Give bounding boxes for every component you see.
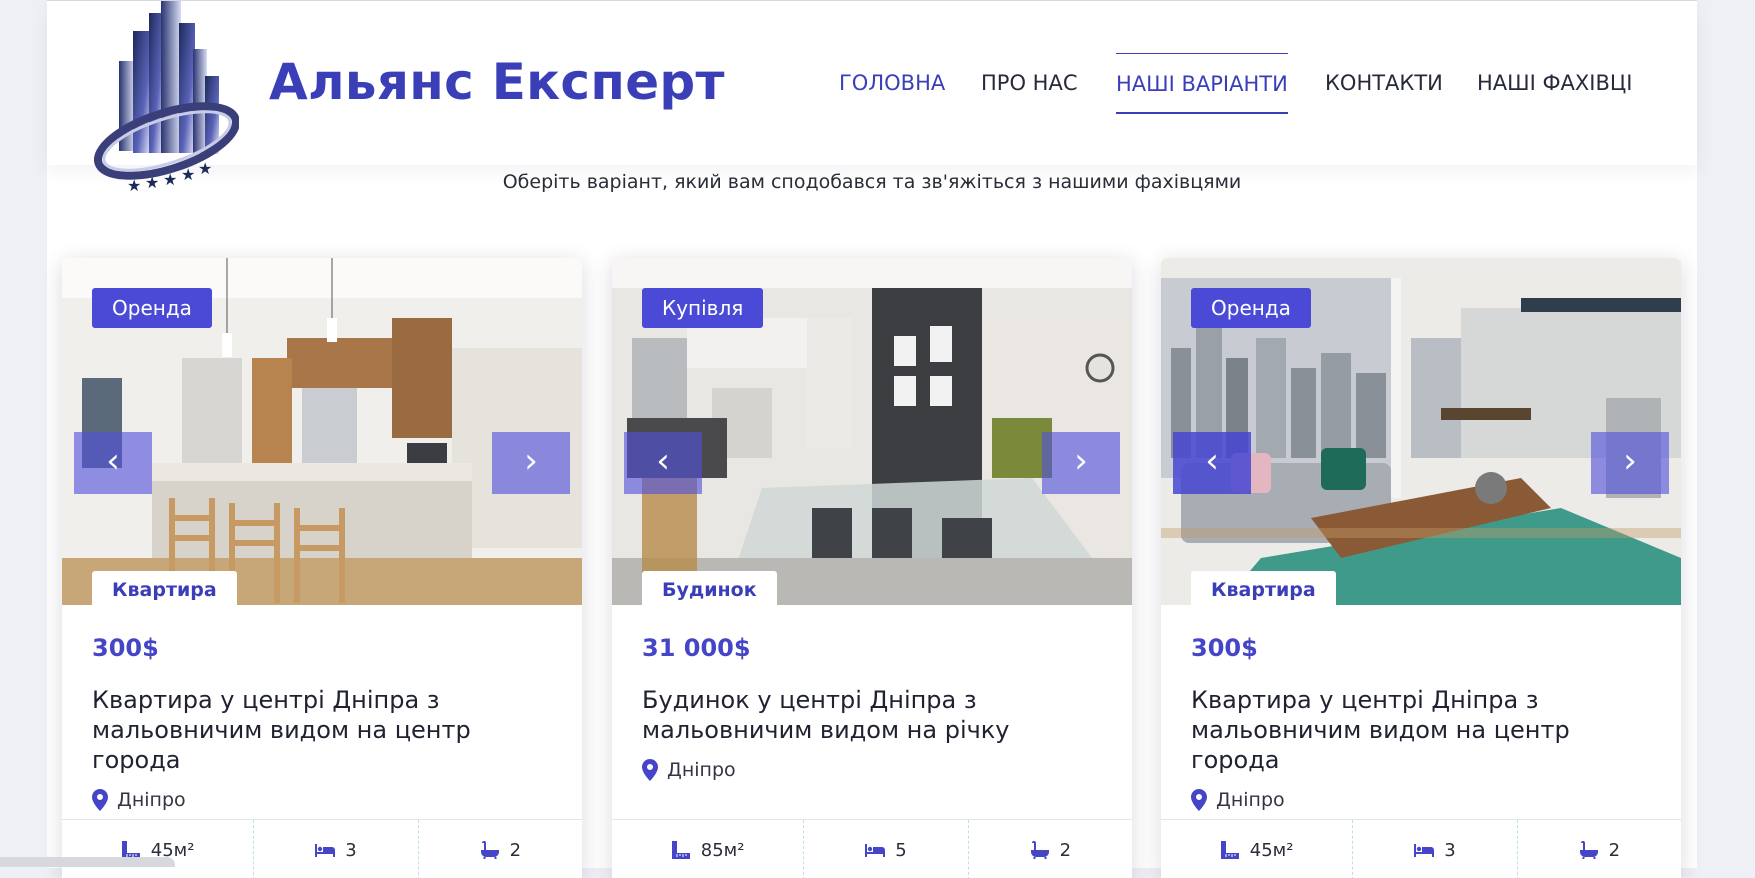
listing-stats: 45м² 3 2 — [62, 819, 582, 878]
stat-baths-value: 2 — [509, 839, 522, 861]
bed-icon — [1414, 844, 1435, 857]
stat-baths: 2 — [969, 820, 1132, 878]
listing-location: Дніпро — [642, 758, 736, 782]
bed-icon — [315, 844, 336, 857]
bed-icon — [865, 844, 886, 857]
location-label: Дніпро — [117, 789, 186, 811]
bath-icon — [480, 841, 499, 859]
listing-stats: 45м² 3 2 — [1161, 819, 1681, 878]
stat-rooms-value: 3 — [1444, 839, 1456, 861]
nav-item-home[interactable]: ГОЛОВНА — [839, 53, 945, 111]
stat-baths: 2 — [1518, 820, 1681, 878]
listing-price: 300$ — [1191, 634, 1258, 662]
ruler-icon — [671, 841, 690, 859]
status-bar-hint — [0, 857, 175, 867]
location-label: Дніпро — [667, 759, 736, 781]
property-type-badge: Будинок — [642, 571, 777, 605]
stat-baths: 2 — [419, 820, 582, 878]
listing-title[interactable]: Квартира у центрі Дніпра з мальовничим в… — [1191, 685, 1611, 775]
page-subtitle: Оберіть варіант, який вам сподобався та … — [502, 171, 1242, 193]
nav-item-about[interactable]: ПРО НАС — [981, 53, 1077, 111]
page: ★ ★ ★ ★ ★ Альянс Експерт ГОЛОВНА ПРО НАС… — [47, 0, 1697, 878]
listing-card[interactable]: Оренда Квартира ‹ › 300$ Квартира у цент… — [1161, 258, 1681, 878]
bath-icon — [1030, 841, 1049, 859]
stat-baths-value: 2 — [1608, 839, 1621, 861]
stat-area: 45м² — [1161, 820, 1354, 878]
chevron-left-icon[interactable]: ‹ — [1173, 432, 1251, 494]
listing-location: Дніпро — [1191, 788, 1285, 812]
map-pin-icon — [642, 759, 658, 781]
listing-card[interactable]: Купівля Будинок ‹ › 31 000$ Будинок у це… — [612, 258, 1132, 878]
ruler-icon — [1220, 841, 1239, 859]
stat-area-value: 45м² — [1249, 839, 1294, 861]
stat-baths-value: 2 — [1059, 839, 1072, 861]
chevron-right-icon[interactable]: › — [492, 432, 570, 494]
listing-photo[interactable]: Оренда Квартира ‹ › — [1161, 258, 1681, 605]
deal-type-badge: Купівля — [642, 288, 764, 328]
chevron-left-icon[interactable]: ‹ — [74, 432, 152, 494]
nav-item-specialists[interactable]: НАШІ ФАХІВЦІ — [1477, 53, 1632, 111]
stat-area-value: 85м² — [700, 839, 745, 861]
stat-area: 45м² — [62, 820, 255, 878]
stat-rooms-value: 5 — [895, 839, 907, 861]
stat-rooms: 3 — [254, 820, 419, 878]
listing-price: 31 000$ — [642, 634, 751, 662]
deal-type-badge: Оренда — [92, 288, 212, 328]
stat-area: 85м² — [612, 820, 805, 878]
listing-title[interactable]: Квартира у центрі Дніпра з мальовничим в… — [92, 685, 512, 775]
site-header: ★ ★ ★ ★ ★ Альянс Експерт ГОЛОВНА ПРО НАС… — [47, 1, 1697, 195]
stat-rooms: 3 — [1353, 820, 1518, 878]
chevron-left-icon[interactable]: ‹ — [624, 432, 702, 494]
bath-icon — [1579, 841, 1598, 859]
listing-price: 300$ — [92, 634, 159, 662]
stat-rooms: 5 — [804, 820, 969, 878]
location-label: Дніпро — [1216, 789, 1285, 811]
map-pin-icon — [92, 789, 108, 811]
map-pin-icon — [1191, 789, 1207, 811]
listing-card[interactable]: Оренда Квартира ‹ › 300$ Квартира у цент… — [62, 258, 582, 878]
listing-photo[interactable]: Оренда Квартира ‹ › — [62, 258, 582, 605]
listing-title[interactable]: Будинок у центрі Дніпра з мальовничим ви… — [642, 685, 1062, 745]
nav-item-contacts[interactable]: КОНТАКТИ — [1325, 53, 1443, 111]
listing-location: Дніпро — [92, 788, 186, 812]
main-nav: ГОЛОВНА ПРО НАС НАШІ ВАРІАНТИ КОНТАКТИ Н… — [47, 53, 1697, 114]
property-type-badge: Квартира — [1191, 571, 1336, 605]
nav-item-listings[interactable]: НАШІ ВАРІАНТИ — [1116, 53, 1288, 114]
stat-rooms-value: 3 — [345, 839, 357, 861]
chevron-right-icon[interactable]: › — [1042, 432, 1120, 494]
property-type-badge: Квартира — [92, 571, 237, 605]
listing-stats: 85м² 5 2 — [612, 819, 1132, 878]
listing-photo[interactable]: Купівля Будинок ‹ › — [612, 258, 1132, 605]
deal-type-badge: Оренда — [1191, 288, 1311, 328]
chevron-right-icon[interactable]: › — [1591, 432, 1669, 494]
